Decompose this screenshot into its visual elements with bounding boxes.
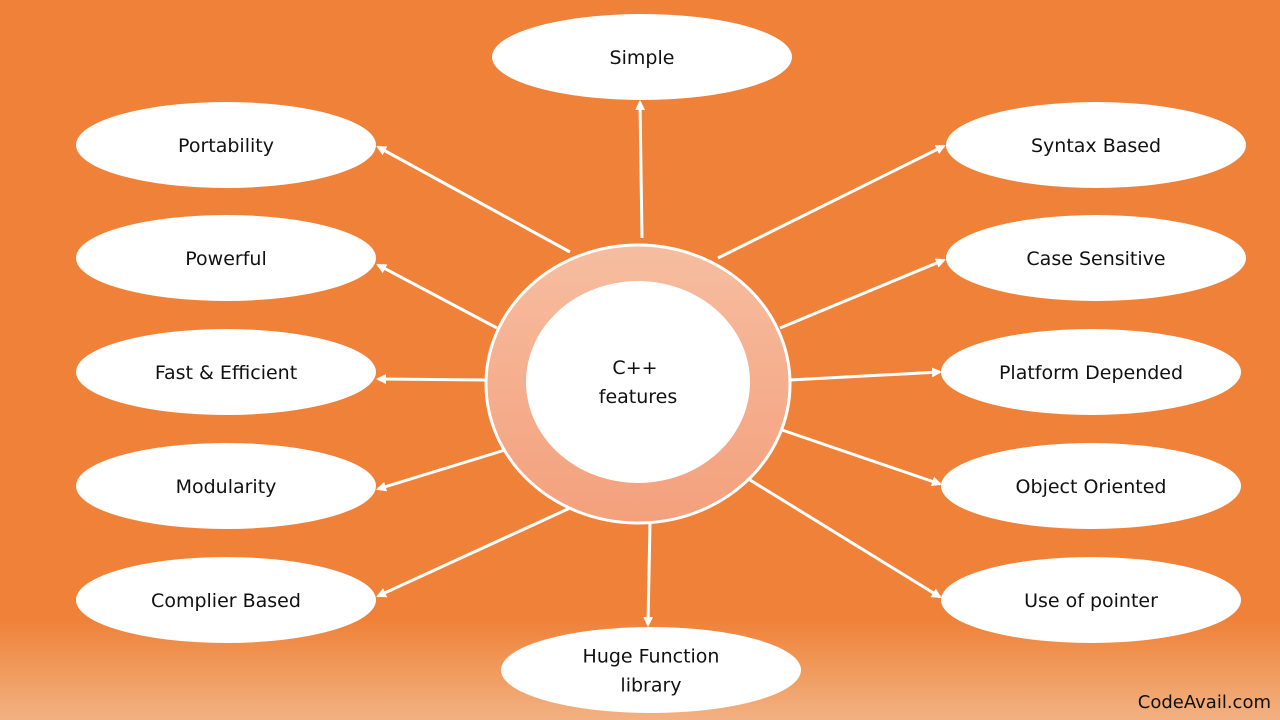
feature-label: Syntax Based bbox=[1031, 135, 1161, 157]
arrow-to-portability bbox=[376, 145, 571, 254]
feature-label: Object Oriented bbox=[1016, 476, 1167, 498]
feature-label-line: Complier Based bbox=[151, 590, 301, 612]
center-core bbox=[526, 281, 750, 483]
feature-label-line: Case Sensitive bbox=[1026, 248, 1165, 270]
feature-node-platform-depended: Platform Depended bbox=[941, 329, 1241, 415]
arrow-to-syntax-based bbox=[717, 144, 946, 260]
feature-ellipse bbox=[501, 627, 801, 713]
feature-node-syntax-based: Syntax Based bbox=[946, 102, 1246, 188]
feature-label-line: Huge Function bbox=[583, 646, 720, 668]
arrow-to-fast-efficient bbox=[376, 374, 488, 385]
watermark: CodeAvail.com bbox=[1137, 692, 1271, 713]
feature-label-line: Platform Depended bbox=[999, 362, 1183, 384]
feature-node-simple: Simple bbox=[492, 14, 792, 100]
feature-label-line: Object Oriented bbox=[1016, 476, 1167, 498]
feature-label-line: Syntax Based bbox=[1031, 135, 1161, 157]
feature-node-object-oriented: Object Oriented bbox=[941, 443, 1241, 529]
arrow-to-platform-depended bbox=[789, 367, 942, 382]
feature-label-line: library bbox=[620, 675, 681, 697]
feature-label: Powerful bbox=[185, 248, 266, 270]
feature-label: Platform Depended bbox=[999, 362, 1183, 384]
feature-label: Simple bbox=[610, 47, 675, 69]
feature-node-powerful: Powerful bbox=[76, 215, 376, 301]
feature-label: Use of pointer bbox=[1024, 590, 1158, 612]
arrow-to-object-oriented bbox=[781, 428, 942, 487]
feature-label-line: Use of pointer bbox=[1024, 590, 1158, 612]
feature-label: Modularity bbox=[176, 476, 277, 498]
feature-node-portability: Portability bbox=[76, 102, 376, 188]
feature-label: Case Sensitive bbox=[1026, 248, 1165, 270]
feature-label-line: Fast & Efficient bbox=[155, 362, 297, 384]
feature-label-line: Powerful bbox=[185, 248, 266, 270]
arrow-to-powerful bbox=[376, 263, 498, 330]
arrow-to-huge-function-library bbox=[643, 522, 654, 627]
arrow-to-modularity bbox=[376, 448, 506, 492]
center-node: C++ features bbox=[484, 243, 792, 525]
feature-label-line: Simple bbox=[610, 47, 675, 69]
center-label-line-1: C++ bbox=[612, 357, 657, 379]
feature-node-use-of-pointer: Use of pointer bbox=[941, 557, 1241, 643]
feature-node-huge-function-library: Huge Function library bbox=[501, 627, 801, 713]
arrow-to-complier-based bbox=[376, 506, 571, 598]
feature-node-case-sensitive: Case Sensitive bbox=[946, 215, 1246, 301]
feature-label-line: Modularity bbox=[176, 476, 277, 498]
feature-node-modularity: Modularity bbox=[76, 443, 376, 529]
center-label-line-2: features bbox=[599, 386, 678, 408]
feature-node-fast-efficient: Fast & Efficient bbox=[76, 329, 376, 415]
arrow-to-case-sensitive bbox=[779, 258, 946, 330]
feature-label: Portability bbox=[178, 135, 274, 157]
feature-label-line: Portability bbox=[178, 135, 274, 157]
arrow-to-use-of-pointer bbox=[749, 478, 942, 599]
feature-node-complier-based: Complier Based bbox=[76, 557, 376, 643]
feature-label: Fast & Efficient bbox=[155, 362, 297, 384]
feature-label: Complier Based bbox=[151, 590, 301, 612]
arrow-to-simple bbox=[635, 100, 646, 239]
cpp-features-diagram: Simple Portability Powerful Fast & Efficien… bbox=[76, 14, 1246, 713]
